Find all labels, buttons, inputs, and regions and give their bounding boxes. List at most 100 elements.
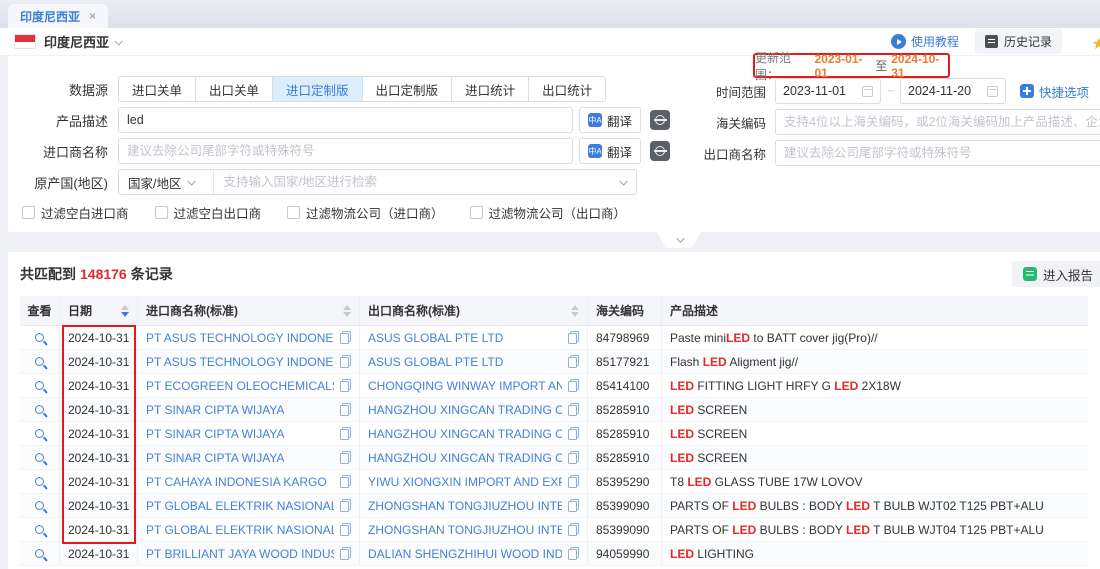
importer-link[interactable]: PT SINAR CIPTA WIJAYA xyxy=(146,427,284,441)
importer-link[interactable]: PT GLOBAL ELEKTRIK NASIONAL xyxy=(146,523,334,537)
copy-icon[interactable] xyxy=(568,427,579,440)
product-desc-cell: Flash LED Aligment jig// xyxy=(662,350,1088,373)
update-range-to: 至 xyxy=(875,57,887,74)
exporter-link[interactable]: CHONGQING WINWAY IMPORT AND E... xyxy=(368,379,562,393)
tab-indonesia[interactable]: 印度尼西亚 × xyxy=(8,4,108,28)
segment-export-custom[interactable]: 出口定制版 xyxy=(362,76,453,102)
exact-match-icon[interactable] xyxy=(650,141,670,161)
view-detail-icon[interactable] xyxy=(35,453,44,462)
importer-link[interactable]: PT SINAR CIPTA WIJAYA xyxy=(146,451,284,465)
product-desc-label: 产品描述 xyxy=(8,111,108,130)
importer-link[interactable]: PT BRILLIANT JAYA WOOD INDUSTRY xyxy=(146,547,334,561)
view-detail-icon[interactable] xyxy=(35,333,44,342)
view-detail-icon[interactable] xyxy=(35,357,44,366)
exporter-link[interactable]: ASUS GLOBAL PTE LTD xyxy=(368,331,503,345)
copy-icon[interactable] xyxy=(340,403,351,416)
exporter-link[interactable]: YIWU XIONGXIN IMPORT AND EXPORT... xyxy=(368,475,562,489)
end-date-input[interactable]: 2024-11-20 xyxy=(900,78,1006,104)
sort-icons[interactable] xyxy=(571,305,579,317)
copy-icon[interactable] xyxy=(340,427,351,440)
enter-report-button[interactable]: 进入报告 xyxy=(1012,261,1100,287)
copy-icon[interactable] xyxy=(340,355,351,368)
quick-options-link[interactable]: 快捷选项 xyxy=(1020,82,1089,101)
chevron-down-icon[interactable] xyxy=(619,177,627,185)
chevron-down-icon[interactable] xyxy=(114,37,122,45)
origin-select[interactable]: 国家/地区 xyxy=(119,170,214,194)
view-detail-icon[interactable] xyxy=(35,429,44,438)
segment-export-stats[interactable]: 出口统计 xyxy=(528,76,606,102)
importer-link[interactable]: PT CAHAYA INDONESIA KARGO xyxy=(146,475,327,489)
importer-input[interactable] xyxy=(118,138,573,164)
segment-export-declaration[interactable]: 出口关单 xyxy=(195,76,273,102)
copy-icon[interactable] xyxy=(340,475,351,488)
copy-icon[interactable] xyxy=(568,523,579,536)
exporter-link[interactable]: HANGZHOU XINGCAN TRADING CO LTD xyxy=(368,451,562,465)
favorite-star-icon[interactable]: ★ xyxy=(1092,34,1100,54)
product-desc-cell: PARTS OF LED BULBS : BODY LED T BULB WJT… xyxy=(662,494,1088,517)
translate-button[interactable]: 中A 翻译 xyxy=(579,107,641,133)
header-importer[interactable]: 进口商名称(标准) xyxy=(138,296,360,325)
header-date[interactable]: 日期 xyxy=(60,296,138,325)
view-detail-icon[interactable] xyxy=(35,525,44,534)
copy-icon[interactable] xyxy=(340,331,351,344)
copy-icon[interactable] xyxy=(568,355,579,368)
exporter-input[interactable] xyxy=(775,140,1100,166)
origin-search-input[interactable] xyxy=(214,175,620,189)
importer-link[interactable]: PT ECOGREEN OLEOCHEMICALS xyxy=(146,379,334,393)
copy-icon[interactable] xyxy=(568,499,579,512)
date-cell: 2024-10-31 xyxy=(60,446,138,469)
segment-import-stats[interactable]: 进口统计 xyxy=(451,76,529,102)
checkbox-filter-blank-importer[interactable]: 过滤空白进口商 xyxy=(22,203,129,222)
checkbox-filter-logistics-exporter[interactable]: 过滤物流公司（出口商） xyxy=(470,203,627,222)
exporter-link[interactable]: ZHONGSHAN TONGJIUZHOU INTERNA... xyxy=(368,523,562,537)
checkbox-icon[interactable] xyxy=(470,206,483,219)
copy-icon[interactable] xyxy=(340,499,351,512)
copy-icon[interactable] xyxy=(568,379,579,392)
translate-button-importer[interactable]: 中A 翻译 xyxy=(579,138,641,164)
view-detail-icon[interactable] xyxy=(35,501,44,510)
calendar-icon xyxy=(862,86,873,97)
history-button[interactable]: 历史记录 xyxy=(975,29,1062,54)
view-detail-icon[interactable] xyxy=(35,381,44,390)
view-detail-icon[interactable] xyxy=(35,549,44,558)
collapse-panel-button[interactable] xyxy=(647,232,711,248)
checkbox-filter-blank-exporter[interactable]: 过滤空白出口商 xyxy=(155,203,262,222)
view-detail-icon[interactable] xyxy=(35,477,44,486)
copy-icon[interactable] xyxy=(340,451,351,464)
tab-close-icon[interactable]: × xyxy=(89,10,96,22)
view-detail-icon[interactable] xyxy=(35,405,44,414)
hs-code-input[interactable] xyxy=(775,109,1100,135)
translate-icon: 中A xyxy=(588,144,602,158)
copy-icon[interactable] xyxy=(568,451,579,464)
importer-link[interactable]: PT SINAR CIPTA WIJAYA xyxy=(146,403,284,417)
importer-link[interactable]: PT ASUS TECHNOLOGY INDONESIA BA... xyxy=(146,355,334,369)
product-desc-input[interactable] xyxy=(118,107,573,133)
copy-icon[interactable] xyxy=(340,379,351,392)
hs-code-cell: 84798969 xyxy=(588,326,662,349)
copy-icon[interactable] xyxy=(568,547,579,560)
sort-icons[interactable] xyxy=(343,305,351,317)
product-desc-cell: PARTS OF LED BULBS : BODY LED T BULB WJT… xyxy=(662,518,1088,541)
checkbox-filter-logistics-importer[interactable]: 过滤物流公司（进口商） xyxy=(287,203,444,222)
copy-icon[interactable] xyxy=(340,523,351,536)
segment-import-custom[interactable]: 进口定制版 xyxy=(272,76,363,102)
importer-link[interactable]: PT ASUS TECHNOLOGY INDONESIA BA... xyxy=(146,331,334,345)
segment-import-declaration[interactable]: 进口关单 xyxy=(118,76,196,102)
copy-icon[interactable] xyxy=(340,547,351,560)
exporter-link[interactable]: HANGZHOU XINGCAN TRADING CO LTD xyxy=(368,427,562,441)
checkbox-icon[interactable] xyxy=(287,206,300,219)
checkbox-icon[interactable] xyxy=(22,206,35,219)
exact-match-icon[interactable] xyxy=(650,110,670,130)
copy-icon[interactable] xyxy=(568,331,579,344)
header-exporter[interactable]: 出口商名称(标准) xyxy=(360,296,588,325)
exporter-link[interactable]: ZHONGSHAN TONGJIUZHOU INTERNA... xyxy=(368,499,562,513)
checkbox-icon[interactable] xyxy=(155,206,168,219)
tutorial-link[interactable]: 使用教程 xyxy=(891,33,959,50)
exporter-link[interactable]: DALIAN SHENGZHIHUI WOOD INDUST... xyxy=(368,547,562,561)
importer-link[interactable]: PT GLOBAL ELEKTRIK NASIONAL xyxy=(146,499,334,513)
copy-icon[interactable] xyxy=(568,475,579,488)
exporter-link[interactable]: HANGZHOU XINGCAN TRADING CO LTD xyxy=(368,403,562,417)
copy-icon[interactable] xyxy=(568,403,579,416)
sort-icons[interactable] xyxy=(121,305,129,317)
exporter-link[interactable]: ASUS GLOBAL PTE LTD xyxy=(368,355,503,369)
